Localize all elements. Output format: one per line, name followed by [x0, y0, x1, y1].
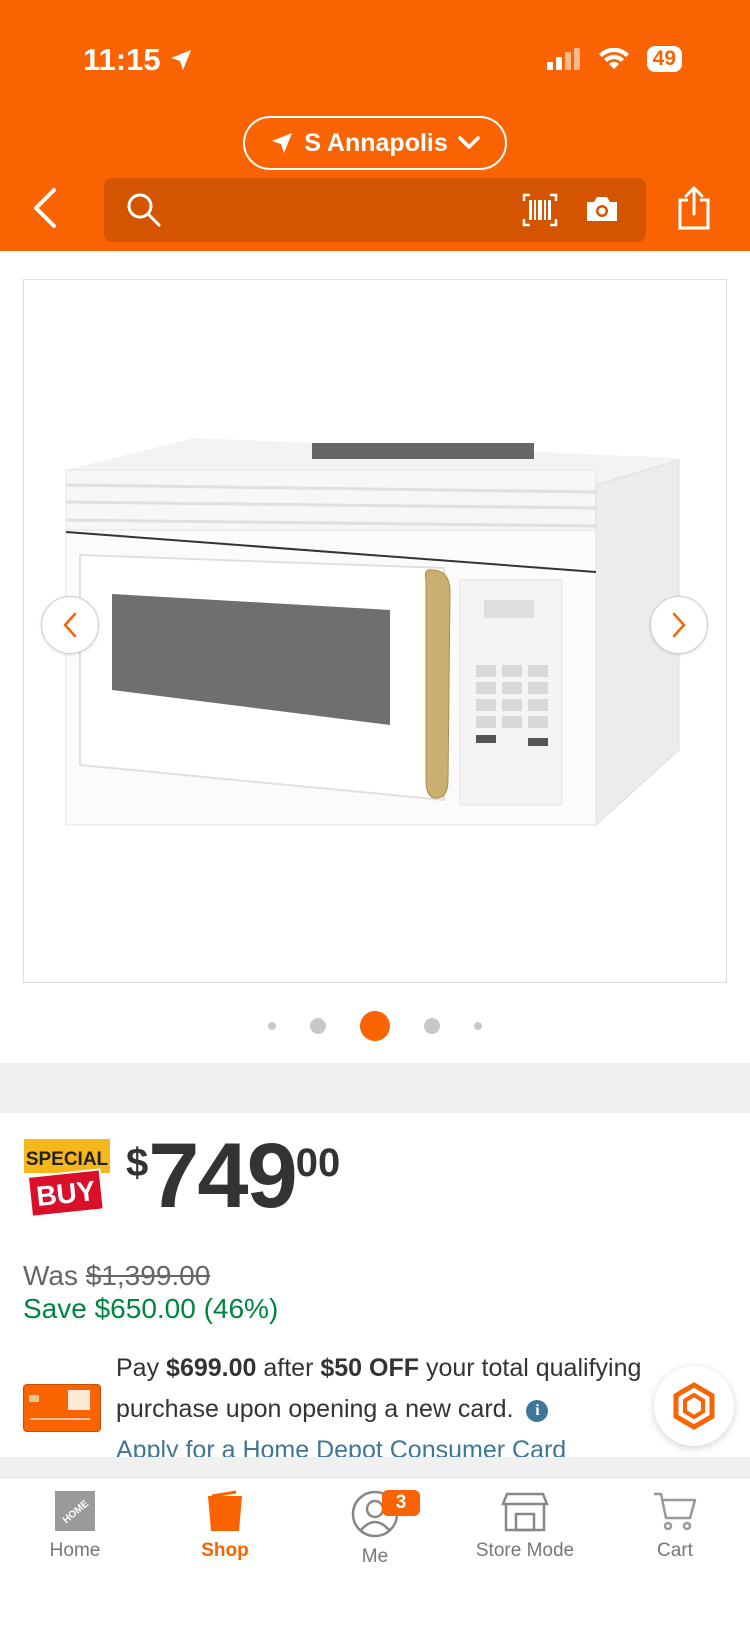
- assistant-button[interactable]: [654, 1366, 734, 1446]
- gallery-dot[interactable]: [474, 1022, 482, 1030]
- gallery-dots: [0, 1006, 750, 1046]
- price-whole: 749: [148, 1125, 297, 1227]
- share-button[interactable]: [676, 186, 712, 235]
- promo-text: Pay $699.00 after $50 OFF your total qua…: [116, 1348, 676, 1471]
- tab-shop[interactable]: Shop: [150, 1490, 300, 1562]
- product-gallery: [0, 251, 750, 1063]
- barcode-scan-icon[interactable]: [522, 193, 558, 227]
- chevron-down-icon: [458, 136, 480, 149]
- location-arrow-icon: [272, 133, 293, 153]
- previous-image-button[interactable]: [41, 596, 99, 654]
- status-indicators: 49: [546, 46, 682, 72]
- store-icon: [501, 1492, 549, 1532]
- current-price: $ 749 00: [126, 1125, 341, 1227]
- price-currency: $: [126, 1141, 149, 1185]
- gallery-dot[interactable]: [424, 1018, 440, 1034]
- store-name: S Annapolis: [304, 128, 448, 157]
- app-header: 11:15 49 S Annapolis: [0, 0, 750, 251]
- special-buy-badge: SPECIAL BUY: [24, 1137, 110, 1219]
- price-section: SPECIAL BUY $ 749 00 Was $1,399.00 Save …: [0, 1113, 750, 1464]
- was-price: Was $1,399.00: [23, 1260, 211, 1291]
- location-arrow-icon: [170, 50, 191, 70]
- wifi-icon: [598, 48, 629, 69]
- hexagon-assistant-icon: [673, 1382, 715, 1430]
- bucket-icon: [208, 1490, 242, 1531]
- home-depot-logo-icon: HOME: [55, 1491, 95, 1531]
- gallery-dot[interactable]: [310, 1018, 326, 1034]
- signal-icon: [546, 48, 580, 70]
- section-divider: [0, 1457, 750, 1477]
- tab-store-mode[interactable]: Store Mode: [450, 1490, 600, 1562]
- gallery-dot-active[interactable]: [360, 1011, 390, 1041]
- svg-text:BUY: BUY: [35, 1175, 97, 1212]
- notification-badge: 3: [382, 1490, 420, 1516]
- tab-home[interactable]: HOME Home: [0, 1490, 150, 1562]
- chevron-left-icon: [63, 612, 77, 638]
- search-icon: [127, 193, 161, 227]
- share-icon: [678, 186, 710, 230]
- chevron-right-icon: [672, 612, 686, 638]
- original-price: $1,399.00: [85, 1260, 211, 1291]
- back-button[interactable]: [30, 186, 70, 236]
- credit-card-icon: [23, 1384, 101, 1432]
- chevron-left-icon: [34, 188, 56, 228]
- price-cents: 00: [295, 1141, 341, 1185]
- gallery-dot[interactable]: [268, 1022, 276, 1030]
- cart-icon: [654, 1492, 697, 1531]
- search-input[interactable]: [104, 178, 646, 242]
- promo-pay-amount: $699.00: [166, 1354, 257, 1382]
- info-icon[interactable]: i: [526, 1400, 549, 1422]
- battery-indicator: 49: [646, 46, 682, 72]
- bottom-tab-bar: HOME Home Shop 3 Me Store Mode Cart: [0, 1477, 750, 1631]
- section-divider: [0, 1063, 750, 1113]
- savings-text: Save $650.00 (46%): [23, 1293, 279, 1324]
- promo-off-amount: $50 OFF: [320, 1354, 420, 1382]
- next-image-button[interactable]: [650, 596, 708, 654]
- svg-text:SPECIAL: SPECIAL: [26, 1149, 109, 1170]
- store-selector[interactable]: S Annapolis: [243, 116, 507, 170]
- microwave-image: [65, 438, 680, 827]
- camera-icon[interactable]: [585, 195, 619, 223]
- tab-cart[interactable]: Cart: [600, 1490, 750, 1562]
- product-image[interactable]: [23, 279, 727, 983]
- tab-me[interactable]: 3 Me: [300, 1490, 450, 1568]
- status-time: 11:15: [83, 42, 193, 78]
